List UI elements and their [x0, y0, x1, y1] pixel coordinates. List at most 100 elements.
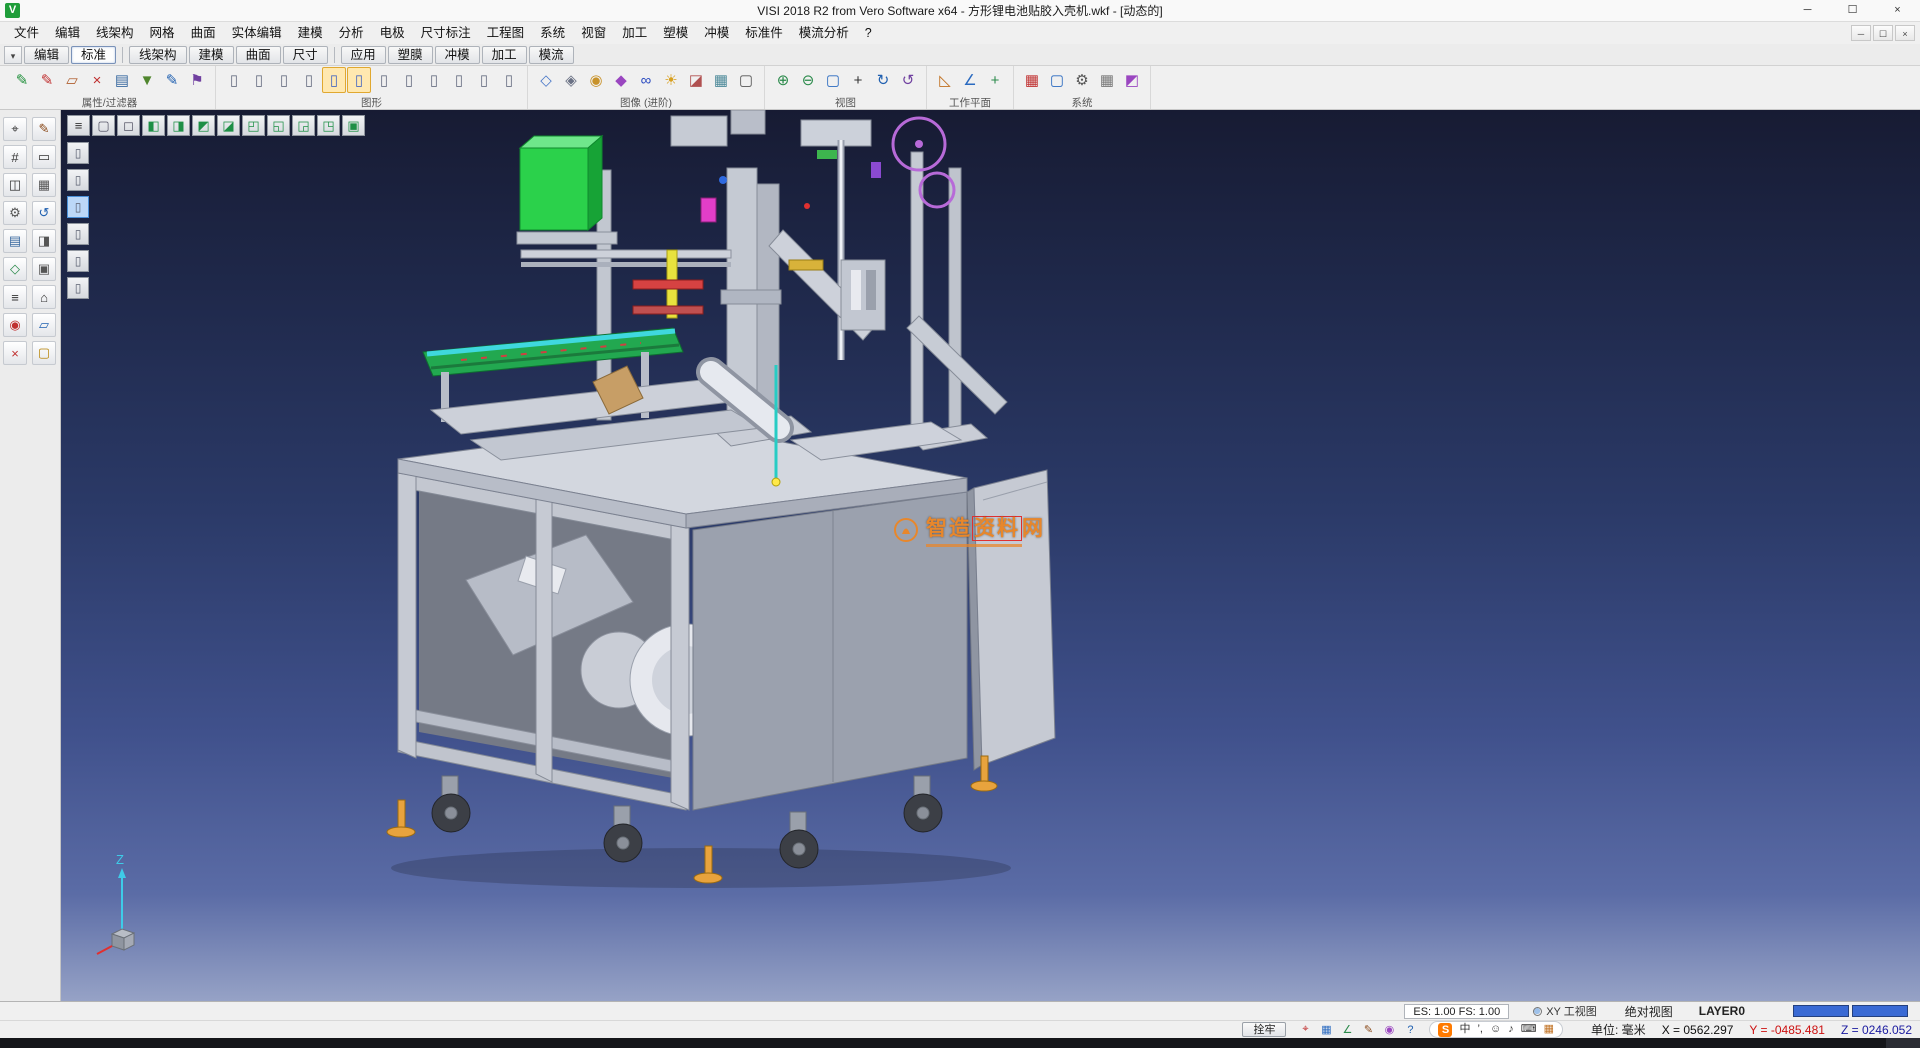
tab-surface[interactable]: 曲面: [236, 46, 281, 64]
dynamic-rotate-button[interactable]: ▯: [67, 142, 89, 164]
tab-dimension[interactable]: 尺寸: [283, 46, 328, 64]
menu-flow-analysis[interactable]: 模流分析: [791, 22, 857, 44]
menu-electrode[interactable]: 电极: [372, 22, 413, 44]
menu-window[interactable]: 视窗: [573, 22, 614, 44]
ime-toolbox-icon[interactable]: ▦: [1544, 1022, 1554, 1037]
dynamic-pan-button[interactable]: ▯: [67, 169, 89, 191]
view-pane-icon[interactable]: ◫: [3, 173, 27, 197]
tab-die[interactable]: 冲模: [435, 46, 480, 64]
entity-hatch-icon[interactable]: ▯: [472, 67, 496, 93]
dynamic-zoom-button[interactable]: ▯: [67, 196, 89, 218]
entity-dimension-icon[interactable]: ▯: [447, 67, 471, 93]
maximize-button[interactable]: ☐: [1830, 0, 1875, 21]
menu-modeling[interactable]: 建模: [290, 22, 331, 44]
tab-machining[interactable]: 加工: [482, 46, 527, 64]
close-icon[interactable]: ×: [3, 341, 27, 365]
tab-edit[interactable]: 编辑: [24, 46, 69, 64]
menu-dimension[interactable]: 尺寸标注: [413, 22, 479, 44]
entity-curve-icon[interactable]: ▯: [322, 67, 346, 93]
view-iso-sw-button[interactable]: ◪: [217, 115, 240, 136]
workplane-free-icon[interactable]: +: [983, 67, 1007, 93]
light-icon[interactable]: ☀: [659, 67, 683, 93]
dynamic-window-button[interactable]: ▯: [67, 223, 89, 245]
view-wireframe-button[interactable]: ◻: [117, 115, 140, 136]
attributes-pencil-red-icon[interactable]: ✎: [35, 67, 59, 93]
layers-icon[interactable]: ▤: [3, 229, 27, 253]
measure-icon[interactable]: #: [3, 145, 27, 169]
zoom-in-icon[interactable]: ⊕: [771, 67, 795, 93]
menu-surface[interactable]: 曲面: [183, 22, 224, 44]
entity-symbol-icon[interactable]: ▯: [497, 67, 521, 93]
layer-list-icon[interactable]: ▤: [110, 67, 134, 93]
menu-file[interactable]: 文件: [6, 22, 47, 44]
entity-line-icon[interactable]: ▯: [247, 67, 271, 93]
circle-icon[interactable]: ◉: [3, 313, 27, 337]
workplane-xy-icon[interactable]: ◺: [933, 67, 957, 93]
status-magnet-icon[interactable]: ◉: [1380, 1022, 1398, 1037]
options-gear-icon[interactable]: ⚙: [1070, 67, 1094, 93]
stereo-glasses-icon[interactable]: ∞: [634, 67, 658, 93]
menu-machining[interactable]: 加工: [614, 22, 655, 44]
color-palette-icon[interactable]: ▦: [1020, 67, 1044, 93]
toolbar-dropdown-button[interactable]: ▾: [4, 46, 22, 64]
pan-icon[interactable]: +: [846, 67, 870, 93]
view-axonometric-button[interactable]: ▣: [342, 115, 365, 136]
menu-wireframe[interactable]: 线架构: [88, 22, 142, 44]
menu-solid-edit[interactable]: 实体编辑: [224, 22, 290, 44]
render-wireframe-icon[interactable]: ◇: [534, 67, 558, 93]
tab-mold[interactable]: 塑膜: [388, 46, 433, 64]
dynamic-previous-button[interactable]: ▯: [67, 277, 89, 299]
ime-emoji-icon[interactable]: ☺: [1490, 1022, 1501, 1037]
select-icon[interactable]: ⌖: [3, 117, 27, 141]
view-iso-ne-button[interactable]: ◧: [142, 115, 165, 136]
tab-wireframe[interactable]: 线架构: [129, 46, 187, 64]
gear-icon[interactable]: ⚙: [3, 201, 27, 225]
ime-keyboard-icon[interactable]: ⌨: [1521, 1022, 1537, 1037]
menu-system[interactable]: 系统: [532, 22, 573, 44]
workplane-radio-icon[interactable]: [1533, 1007, 1542, 1016]
attributes-pencil-green-icon[interactable]: ✎: [10, 67, 34, 93]
entity-text-icon[interactable]: ▯: [422, 67, 446, 93]
zoom-window-icon[interactable]: ▢: [821, 67, 845, 93]
layer-color-swatch[interactable]: [1852, 1005, 1908, 1017]
status-grid-icon[interactable]: ▦: [1317, 1022, 1335, 1037]
status-info-icon[interactable]: ?: [1401, 1022, 1419, 1037]
snapshot-icon[interactable]: ▢: [734, 67, 758, 93]
tab-application[interactable]: 应用: [341, 46, 386, 64]
status-target-icon[interactable]: ⌖: [1296, 1022, 1314, 1037]
entity-mesh-icon[interactable]: ▯: [397, 67, 421, 93]
cad-model-machine[interactable]: [371, 110, 1081, 900]
grid-icon[interactable]: ▦: [32, 173, 56, 197]
section-view-icon[interactable]: ◪: [684, 67, 708, 93]
lock-toggle-button[interactable]: 拴牢: [1242, 1022, 1286, 1037]
current-color-swatch[interactable]: [1793, 1005, 1849, 1017]
ime-voice-icon[interactable]: ♪: [1508, 1022, 1514, 1037]
ime-chinese-mode[interactable]: 中: [1459, 1022, 1470, 1037]
display-settings-icon[interactable]: ▢: [1045, 67, 1069, 93]
box-icon[interactable]: ▭: [32, 145, 56, 169]
plane-icon[interactable]: ▱: [32, 313, 56, 337]
view-iso-nw-button[interactable]: ◨: [167, 115, 190, 136]
tab-standard[interactable]: 标准: [71, 46, 116, 64]
menu-mesh[interactable]: 网格: [142, 22, 183, 44]
dynamic-fit-button[interactable]: ▯: [67, 250, 89, 272]
folder-icon[interactable]: ▢: [32, 341, 56, 365]
menu-help[interactable]: ?: [857, 22, 880, 44]
view-top-button[interactable]: ◰: [242, 115, 265, 136]
render-materials-icon[interactable]: ◆: [609, 67, 633, 93]
shade-icon[interactable]: ◨: [32, 229, 56, 253]
view-iso-se-button[interactable]: ◩: [192, 115, 215, 136]
filter-pencil-icon[interactable]: ✎: [160, 67, 184, 93]
delete-icon[interactable]: ×: [85, 67, 109, 93]
status-angle-icon[interactable]: ∠: [1338, 1022, 1356, 1037]
render-shaded-icon[interactable]: ◉: [584, 67, 608, 93]
selection-flag-icon[interactable]: ⚑: [185, 67, 209, 93]
menu-die[interactable]: 冲模: [696, 22, 737, 44]
view-front-button[interactable]: ◲: [292, 115, 315, 136]
entity-solid-icon[interactable]: ▯: [372, 67, 396, 93]
entity-arc-icon[interactable]: ▯: [272, 67, 296, 93]
undo-icon[interactable]: ↺: [32, 201, 56, 225]
tab-modeling[interactable]: 建模: [189, 46, 234, 64]
grid-snap-icon[interactable]: ▦: [1095, 67, 1119, 93]
status-pen-icon[interactable]: ✎: [1359, 1022, 1377, 1037]
